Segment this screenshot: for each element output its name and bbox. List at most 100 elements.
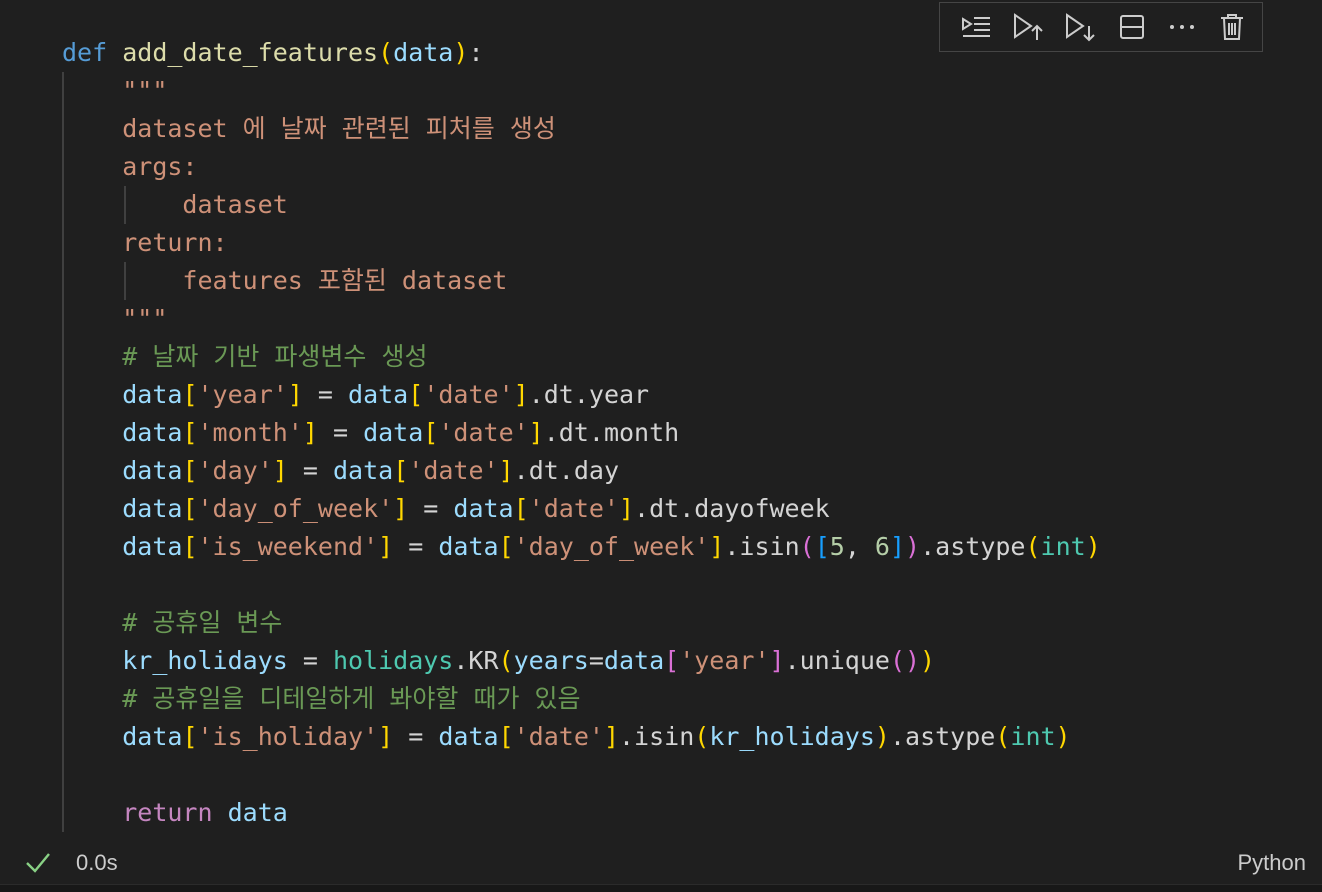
code-token: ] xyxy=(378,532,394,561)
code-token: [ xyxy=(408,380,424,409)
code-line[interactable]: return data xyxy=(62,794,1101,832)
code-token: .dt.dayofweek xyxy=(634,494,830,523)
code-token: .astype xyxy=(889,722,996,751)
code-token: ( xyxy=(378,38,394,67)
code-token: 'day_of_week' xyxy=(197,494,394,523)
code-editor[interactable]: def add_date_features(data): """ dataset… xyxy=(62,34,1101,832)
code-token: [ xyxy=(664,646,680,675)
code-token: [ xyxy=(182,418,198,447)
code-token: data xyxy=(453,494,514,523)
code-token: int xyxy=(1010,722,1056,751)
code-token: .isin xyxy=(724,532,800,561)
code-token: data xyxy=(122,722,183,751)
code-token: ] xyxy=(302,418,318,447)
code-token: [ xyxy=(182,380,198,409)
language-label[interactable]: Python xyxy=(1238,850,1307,876)
code-line[interactable]: kr_holidays = holidays.KR(years=data['ye… xyxy=(62,642,1101,680)
code-token: 'date' xyxy=(423,380,514,409)
more-actions-button[interactable] xyxy=(1158,7,1206,47)
code-token: data xyxy=(438,722,499,751)
code-token: () xyxy=(889,646,921,675)
code-token: = xyxy=(317,418,364,447)
split-cell-button[interactable] xyxy=(1106,7,1158,47)
code-token: 'day' xyxy=(197,456,273,485)
code-line[interactable]: data['is_weekend'] = data['day_of_week']… xyxy=(62,528,1101,566)
code-token: 'year' xyxy=(679,646,770,675)
code-line[interactable]: # 공휴일 변수 xyxy=(62,604,1101,642)
code-token: kr_holidays xyxy=(709,722,875,751)
execute-below-icon xyxy=(1064,12,1096,42)
code-token: ) xyxy=(920,646,936,675)
code-token: , xyxy=(844,532,875,561)
code-token: 'date' xyxy=(513,722,604,751)
code-token: ) xyxy=(874,722,890,751)
code-token: ] xyxy=(378,722,394,751)
cell-bottom-divider xyxy=(0,884,1322,892)
code-line[interactable]: data['month'] = data['date'].dt.month xyxy=(62,414,1101,452)
code-line[interactable]: # 공휴일을 디테일하게 봐야할 때가 있음 xyxy=(62,680,1101,718)
code-token: 5 xyxy=(829,532,845,561)
code-token: ( xyxy=(995,722,1011,751)
code-line[interactable]: """ xyxy=(62,72,1101,110)
code-token: ) xyxy=(1055,722,1071,751)
code-line[interactable]: dataset xyxy=(62,186,1101,224)
trash-icon xyxy=(1219,12,1245,42)
code-line[interactable]: # 날짜 기반 파생변수 생성 xyxy=(62,338,1101,376)
code-token: ] xyxy=(709,532,725,561)
run-by-line-button[interactable] xyxy=(950,7,1002,47)
code-token: ] xyxy=(603,722,619,751)
code-token: 'day_of_week' xyxy=(513,532,710,561)
code-token: .astype xyxy=(920,532,1026,561)
code-line[interactable]: data['year'] = data['date'].dt.year xyxy=(62,376,1101,414)
execute-above-button[interactable] xyxy=(1002,7,1054,47)
code-line[interactable]: data['day_of_week'] = data['date'].dt.da… xyxy=(62,490,1101,528)
code-token: 'date' xyxy=(438,418,529,447)
code-line[interactable]: args: xyxy=(62,148,1101,186)
execute-below-button[interactable] xyxy=(1054,7,1106,47)
code-token: ( xyxy=(799,532,815,561)
code-token: add_date_features xyxy=(122,38,379,67)
code-token: return xyxy=(122,798,213,827)
code-token: ) xyxy=(453,38,469,67)
code-token: ( xyxy=(694,722,710,751)
code-token: # 공휴일 변수 xyxy=(122,608,283,637)
code-line[interactable]: dataset 에 날짜 관련된 피처를 생성 xyxy=(62,110,1101,148)
check-icon xyxy=(24,850,52,882)
run-by-line-icon xyxy=(960,13,992,41)
code-token: ] xyxy=(618,494,635,523)
code-line[interactable]: """ xyxy=(62,300,1101,338)
code-token: 'year' xyxy=(197,380,288,409)
code-token: [ xyxy=(423,418,439,447)
code-token: """ xyxy=(122,76,168,105)
code-token: data xyxy=(122,456,183,485)
code-token: data xyxy=(122,494,183,523)
code-line[interactable]: data['day'] = data['date'].dt.day xyxy=(62,452,1101,490)
code-line[interactable] xyxy=(62,566,1101,604)
code-token: data xyxy=(348,380,409,409)
code-token: = xyxy=(408,494,454,523)
code-line[interactable]: return: xyxy=(62,224,1101,262)
code-line[interactable] xyxy=(62,756,1101,794)
code-line[interactable]: features 포함된 dataset xyxy=(62,262,1101,300)
notebook-code-cell[interactable]: def add_date_features(data): """ dataset… xyxy=(0,0,1322,892)
code-token: = xyxy=(393,532,439,561)
code-token: .KR xyxy=(453,646,499,675)
delete-cell-button[interactable] xyxy=(1206,7,1258,47)
code-token: holidays xyxy=(332,646,454,675)
code-token: ] xyxy=(528,418,544,447)
code-token: [ xyxy=(513,494,529,523)
code-token: [ xyxy=(182,494,198,523)
code-line[interactable]: data['is_holiday'] = data['date'].isin(k… xyxy=(62,718,1101,756)
code-token: : xyxy=(468,38,484,67)
